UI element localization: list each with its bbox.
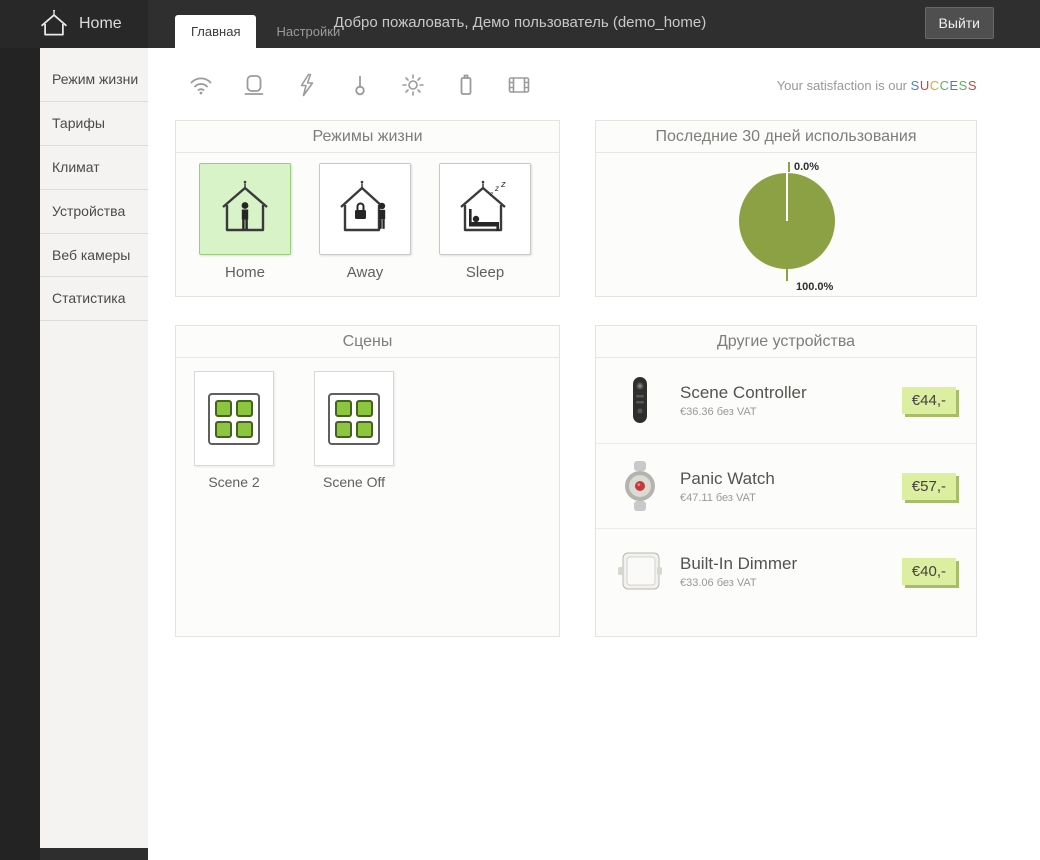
- scene-square: [215, 420, 232, 438]
- scene-square: [356, 399, 373, 417]
- usage-pie-chart: [739, 173, 835, 269]
- mode-card-home[interactable]: [199, 163, 291, 255]
- life-modes-title: Режимы жизни: [176, 121, 559, 153]
- device-vat-note: €47.11 без VAT: [680, 491, 756, 504]
- success-letter: C: [939, 77, 950, 93]
- other-devices-panel: Другие устройства Scene Controller €36.3…: [595, 325, 977, 637]
- device-name: Scene Controller: [680, 383, 807, 402]
- device-row-panic-watch[interactable]: Panic Watch €47.11 без VAT €57,-: [596, 443, 976, 528]
- sidebar-item-life-mode[interactable]: Режим жизни: [40, 58, 148, 102]
- scenes-panel: Сцены Scene 2 Scene Off: [175, 325, 560, 637]
- device-info: Built-In Dimmer €33.06 без VAT: [680, 554, 797, 589]
- tagline-success: SUCCESS: [911, 78, 977, 93]
- scene-off: Scene Off: [314, 371, 394, 490]
- tab-main[interactable]: Главная: [175, 15, 257, 48]
- other-devices-title: Другие устройства: [596, 326, 976, 358]
- scene-grid-icon: [208, 392, 260, 445]
- device-vat-note: €33.06 без VAT: [680, 576, 757, 589]
- scene-label-scene-off: Scene Off: [322, 474, 385, 490]
- scene-card-scene-off[interactable]: [314, 371, 394, 466]
- success-letter: C: [929, 77, 940, 93]
- scenes-row: Scene 2 Scene Off: [176, 358, 559, 490]
- scene-label-scene-2: Scene 2: [208, 474, 260, 490]
- device-row-built-in-dimmer[interactable]: Built-In Dimmer €33.06 без VAT €40,-: [596, 528, 976, 613]
- built-in-dimmer-image: [616, 547, 664, 595]
- app-window: Home Добро пожаловать, Демо пользователь…: [0, 0, 1040, 860]
- price-badge: €40,-: [901, 557, 956, 585]
- scene-2: Scene 2: [194, 371, 274, 490]
- sleep-mode-icon: z z z: [460, 180, 506, 232]
- welcome-text: Добро пожаловать, Демо пользователь (dem…: [333, 14, 707, 31]
- away-mode-icon: [340, 180, 386, 232]
- sidebar-item-webcams[interactable]: Веб камеры: [40, 234, 148, 278]
- mode-card-away[interactable]: [319, 163, 411, 255]
- usage-panel: Последние 30 дней использования 0.0% 100…: [595, 120, 977, 297]
- logout-button[interactable]: Выйти: [924, 7, 994, 39]
- device-name: Panic Watch: [680, 468, 775, 488]
- device-name: Built-In Dimmer: [680, 553, 798, 573]
- usage-chart-area: 0.0% 100.0%: [596, 153, 976, 296]
- pie-tick-full: [786, 269, 788, 281]
- top-header: Home Добро пожаловать, Демо пользователь…: [0, 0, 1040, 48]
- tagline: Your satisfaction is our SUCCESS: [777, 78, 977, 93]
- usage-title: Последние 30 дней использования: [596, 121, 976, 153]
- thermometer-icon[interactable]: [347, 72, 373, 98]
- success-letter: S: [910, 77, 920, 93]
- modes-row: Home Away z z z Sleep: [176, 153, 559, 281]
- success-letter: E: [949, 77, 959, 93]
- device-filter-toolbar: Your satisfaction is our SUCCESS: [148, 48, 1040, 98]
- pie-label-zero: 0.0%: [794, 161, 820, 173]
- svg-text:z: z: [500, 180, 506, 190]
- tagline-prefix: Your satisfaction is our: [776, 77, 911, 93]
- lightning-icon[interactable]: [294, 72, 320, 98]
- success-letter: U: [919, 77, 930, 93]
- success-letter: S: [958, 77, 968, 93]
- scenes-title: Сцены: [176, 326, 559, 358]
- left-rail: [0, 48, 40, 860]
- pie-label-full: 100.0%: [796, 281, 834, 293]
- device-info: Panic Watch €47.11 без VAT: [680, 469, 775, 504]
- mode-label-home: Home: [224, 264, 265, 281]
- panic-watch-image: [616, 460, 664, 512]
- scene-square: [335, 399, 352, 417]
- video-icon[interactable]: [506, 72, 532, 98]
- scene-square: [215, 399, 232, 417]
- main-content: Your satisfaction is our SUCCESS Режимы …: [148, 48, 1040, 860]
- device-row-scene-controller[interactable]: Scene Controller €36.36 без VAT €44,-: [596, 358, 976, 443]
- wifi-icon[interactable]: [188, 72, 214, 98]
- header-tabs: Главная Настройки: [175, 15, 356, 48]
- device-info: Scene Controller €36.36 без VAT: [680, 383, 807, 418]
- mode-away: Away: [319, 163, 411, 281]
- brightness-icon[interactable]: [400, 72, 426, 98]
- scene-controller-image: [616, 375, 664, 427]
- tab-settings[interactable]: Настройки: [260, 15, 356, 48]
- scene-card-scene-2[interactable]: [194, 371, 274, 466]
- sidebar-item-statistics[interactable]: Статистика: [40, 277, 148, 322]
- sidebar-item-devices[interactable]: Устройства: [40, 190, 148, 234]
- mode-label-away: Away: [346, 264, 384, 281]
- life-modes-panel: Режимы жизни Home Away z z z Sleep: [175, 120, 560, 297]
- sidebar: Режим жизни Тарифы Климат Устройства Веб…: [40, 48, 148, 848]
- svg-text:z: z: [494, 184, 499, 193]
- success-letter: S: [967, 77, 977, 93]
- pie-tick-zero: [788, 162, 790, 172]
- price-badge: €57,-: [901, 472, 956, 500]
- sidebar-item-tariffs[interactable]: Тарифы: [40, 102, 148, 146]
- price-badge: €44,-: [901, 387, 956, 414]
- scene-grid-icon: [328, 392, 380, 445]
- scene-square: [335, 420, 352, 438]
- scene-square: [356, 420, 373, 438]
- mode-home: Home: [199, 163, 291, 281]
- sensor-icon[interactable]: [241, 72, 267, 98]
- mode-sleep: z z z Sleep: [439, 163, 531, 281]
- mode-label-sleep: Sleep: [465, 264, 505, 281]
- sidebar-item-climate[interactable]: Климат: [40, 146, 148, 190]
- battery-icon[interactable]: [453, 72, 479, 98]
- device-vat-note: €36.36 без VAT: [680, 406, 757, 418]
- scene-square: [236, 420, 253, 438]
- mode-card-sleep[interactable]: z z z: [439, 163, 531, 255]
- scene-square: [236, 399, 253, 417]
- home-mode-icon: [222, 180, 268, 232]
